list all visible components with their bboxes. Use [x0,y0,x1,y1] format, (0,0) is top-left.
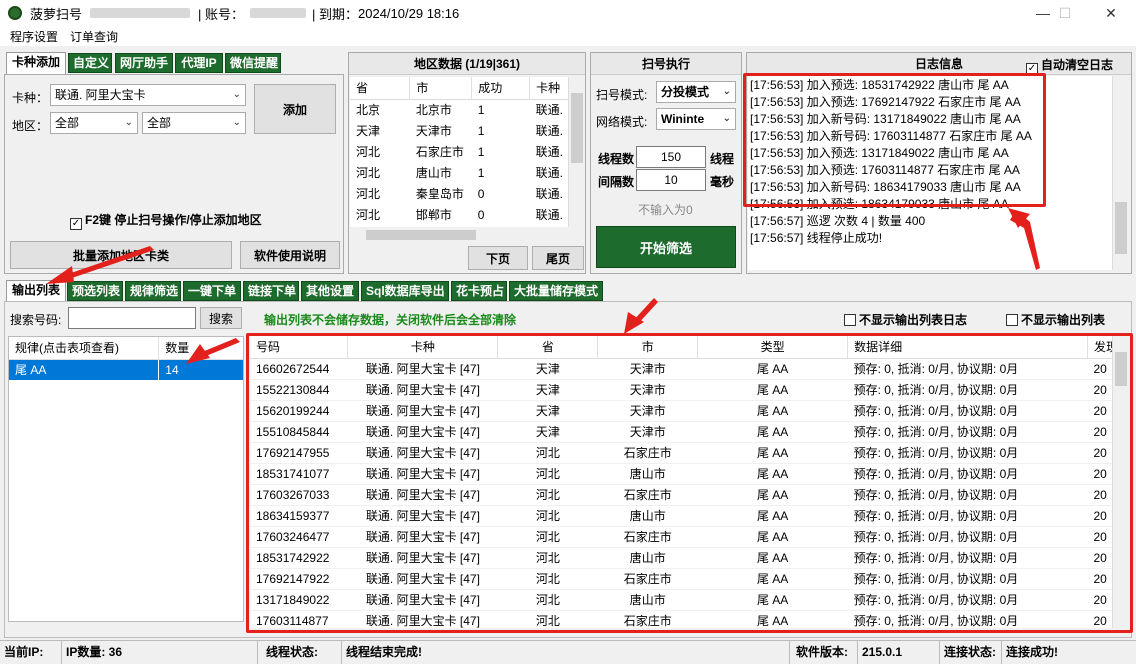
status-bar: 当前IP: IP数量: 36 线程状态: 线程结束完成! 软件版本: 215.0… [0,640,1136,664]
current-ip-label: 当前IP: [0,641,62,664]
annotation-arrows [46,208,1040,364]
thread-status-value: 线程结束完成! [342,641,790,664]
connection-label: 连接状态: [940,641,1002,664]
ip-count: IP数量: 36 [62,641,258,664]
thread-status-label: 线程状态: [262,641,342,664]
arrow-icon [46,266,74,284]
connection-value: 连接成功! [1006,645,1058,659]
version-value: 215.0.1 [858,641,940,664]
arrow-icon [62,246,154,280]
version-label: 软件版本: [792,641,858,664]
arrow-icon [186,344,210,364]
arrow-icon [202,338,240,356]
